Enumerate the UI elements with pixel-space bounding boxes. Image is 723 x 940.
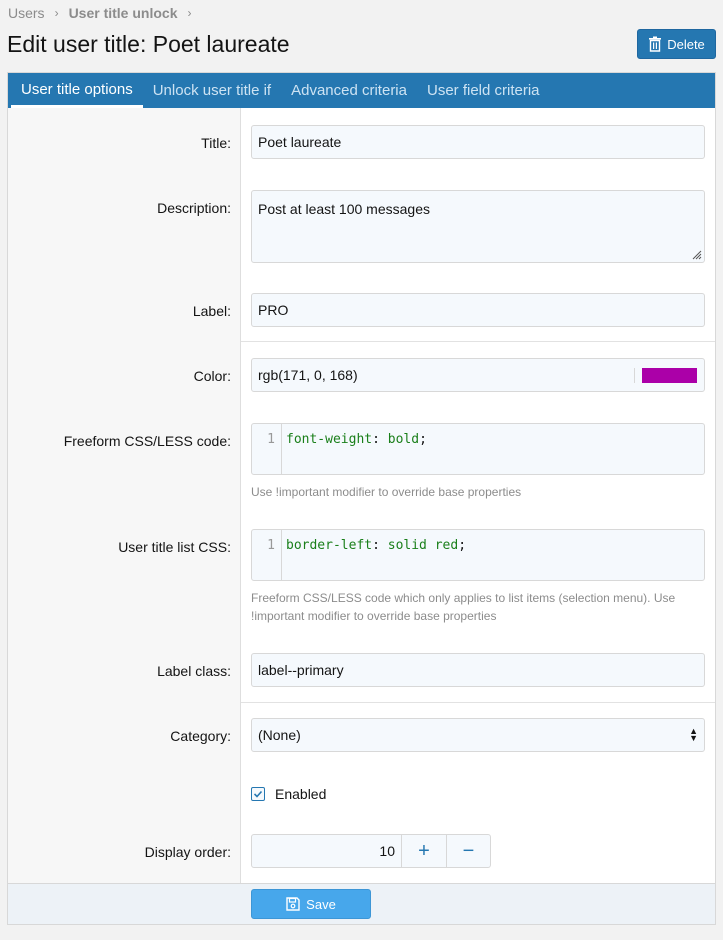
category-selected-value: (None) <box>258 727 301 743</box>
select-arrows-icon: ▲ ▼ <box>689 726 698 743</box>
description-label: Description: <box>157 200 231 216</box>
save-button[interactable]: Save <box>251 889 371 919</box>
delete-button[interactable]: Delete <box>637 29 716 59</box>
breadcrumb: Users › User title unlock › <box>8 5 201 21</box>
tab-unlock-user-title-if[interactable]: Unlock user title if <box>143 73 281 108</box>
css-property: font-weight <box>286 432 373 447</box>
label-class-label: Label class: <box>157 663 231 679</box>
list-css-hint: Freeform CSS/LESS code which only applie… <box>251 591 676 623</box>
line-number: 1 <box>252 424 282 474</box>
css-property: border-left <box>286 538 373 553</box>
label-column <box>8 108 241 883</box>
form-body: Title: Poet laureate Description: Post a… <box>8 108 715 883</box>
description-value: Post at least 100 messages <box>258 201 430 217</box>
tab-advanced-criteria[interactable]: Advanced criteria <box>281 73 417 108</box>
chevron-right-icon: › <box>187 6 192 20</box>
css-value: solid red <box>387 538 459 553</box>
line-number: 1 <box>252 530 282 580</box>
label-input[interactable]: PRO <box>251 293 705 327</box>
resize-grip-icon[interactable] <box>690 248 702 260</box>
color-value[interactable]: rgb(171, 0, 168) <box>252 367 634 383</box>
trash-icon <box>649 36 662 52</box>
enabled-label: Enabled <box>275 786 327 802</box>
category-label: Category: <box>170 728 231 744</box>
save-icon <box>286 897 300 911</box>
category-select[interactable]: (None) ▲ ▼ <box>251 718 705 752</box>
label-field-label: Label: <box>192 303 231 319</box>
chevron-right-icon: › <box>54 6 59 20</box>
css-colon: : <box>372 538 380 553</box>
divider <box>241 702 715 703</box>
save-button-label: Save <box>306 896 336 912</box>
freeform-css-editor[interactable]: 1 font-weight: bold; <box>251 423 705 475</box>
code-line: border-left: solid red; <box>282 530 470 580</box>
tab-user-field-criteria[interactable]: User field criteria <box>417 73 550 108</box>
css-value: bold <box>387 432 420 447</box>
breadcrumb-item-users[interactable]: Users <box>8 5 45 21</box>
color-picker-toggle[interactable] <box>634 367 704 383</box>
css-semicolon: ; <box>458 538 467 553</box>
css-semicolon: ; <box>419 432 427 447</box>
enabled-checkbox[interactable] <box>251 787 265 801</box>
divider <box>241 341 715 342</box>
color-label: Color: <box>193 368 231 384</box>
display-order-input[interactable]: 10 <box>252 835 402 867</box>
list-css-label: User title list CSS: <box>118 539 231 555</box>
label-class-input[interactable]: label--primary <box>251 653 705 687</box>
freeform-css-hint: Use !important modifier to override base… <box>251 485 522 499</box>
edit-panel: User title options Unlock user title if … <box>7 72 716 925</box>
description-textarea[interactable]: Post at least 100 messages <box>251 190 705 263</box>
form-footer: Save <box>8 883 715 924</box>
code-line: font-weight: bold; <box>282 424 431 474</box>
delete-button-label: Delete <box>667 36 705 52</box>
tab-user-title-options[interactable]: User title options <box>11 73 143 108</box>
css-colon: : <box>372 432 380 447</box>
list-css-editor[interactable]: 1 border-left: solid red; <box>251 529 705 581</box>
increment-button[interactable]: + <box>402 835 446 867</box>
title-label: Title: <box>201 135 231 151</box>
breadcrumb-item-user-title-unlock[interactable]: User title unlock <box>69 5 178 21</box>
tab-bar: User title options Unlock user title if … <box>8 73 715 108</box>
title-input[interactable]: Poet laureate <box>251 125 705 159</box>
decrement-button[interactable]: − <box>446 835 490 867</box>
freeform-css-label: Freeform CSS/LESS code: <box>63 433 231 449</box>
color-swatch <box>642 367 697 383</box>
color-input[interactable]: rgb(171, 0, 168) <box>251 358 705 392</box>
page-title: Edit user title: Poet laureate <box>7 31 290 57</box>
display-order-label: Display order: <box>144 844 231 860</box>
checkmark-icon <box>253 790 263 798</box>
display-order-stepper[interactable]: 10 + − <box>251 834 491 868</box>
enabled-checkbox-row[interactable]: Enabled <box>251 786 705 802</box>
